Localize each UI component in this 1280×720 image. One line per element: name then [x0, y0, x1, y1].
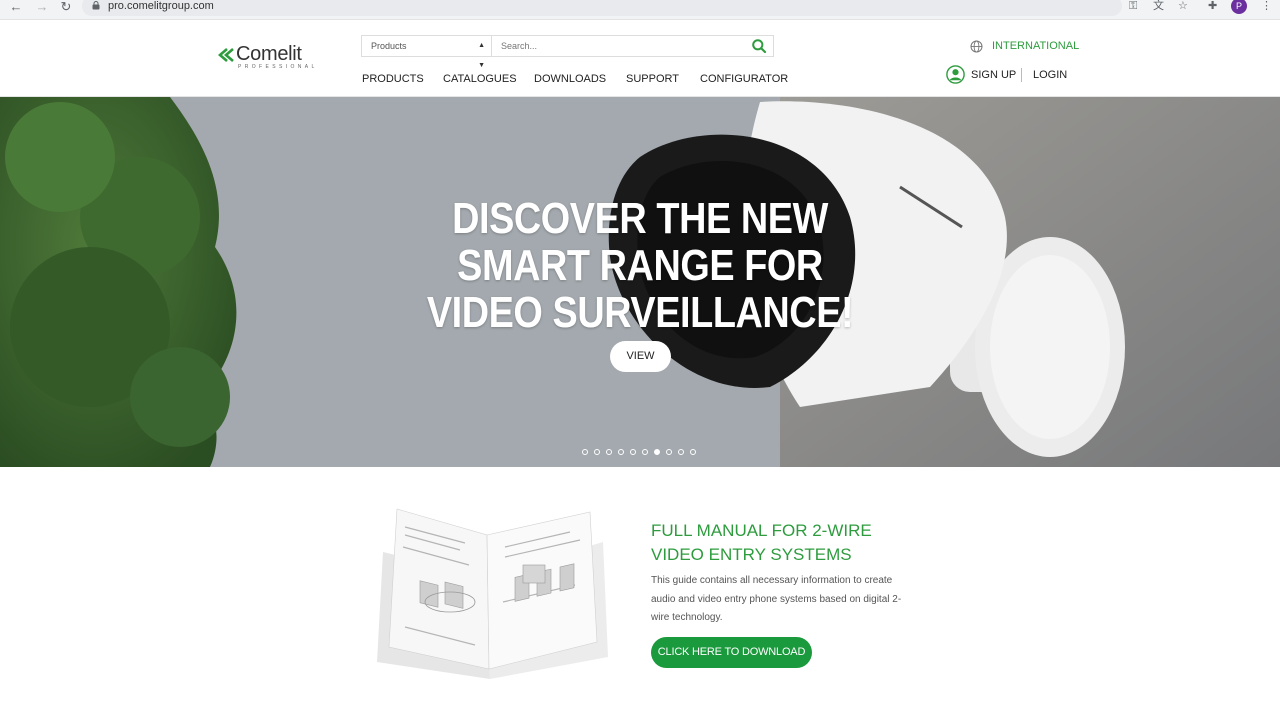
carousel-dot[interactable]	[630, 449, 636, 455]
logo-text: Comelit	[236, 43, 302, 65]
extensions-icon[interactable]: ✚	[1208, 0, 1217, 13]
download-button[interactable]: CLICK HERE TO DOWNLOAD	[651, 637, 812, 668]
address-bar[interactable]	[82, 0, 1122, 16]
star-icon[interactable]: ☆	[1178, 0, 1188, 13]
carousel-dot[interactable]	[666, 449, 672, 455]
login-link[interactable]: LOGIN	[1033, 68, 1067, 82]
carousel-dot[interactable]	[606, 449, 612, 455]
translate-icon[interactable]: 文	[1153, 0, 1164, 13]
search-category-select[interactable]: Products ▲ ▼	[362, 36, 492, 69]
nav-support[interactable]: SUPPORT	[626, 72, 679, 86]
search-bar: Products ▲ ▼	[361, 35, 774, 69]
reload-icon[interactable]: ↻	[58, 0, 74, 16]
download-button-label: CLICK HERE TO DOWNLOAD	[657, 646, 806, 658]
url-text[interactable]: pro.comelitgroup.com	[108, 0, 214, 12]
comelit-logo[interactable]: Comelit PROFESSIONAL	[218, 43, 328, 72]
logo-subtitle: PROFESSIONAL	[238, 64, 318, 70]
signup-link[interactable]: SIGN UP	[971, 68, 1016, 82]
manual-promo-section: FULL MANUAL FOR 2-WIRE VIDEO ENTRY SYSTE…	[0, 467, 1280, 720]
profile-avatar[interactable]: P	[1231, 0, 1247, 14]
carousel-dot[interactable]	[594, 449, 600, 455]
hero-banner: DISCOVER THE NEW SMART RANGE FOR VIDEO S…	[0, 97, 1280, 467]
site-header: Comelit PROFESSIONAL Products ▲▼ PRODUCT…	[0, 20, 1280, 97]
lock-icon	[92, 1, 100, 10]
carousel-dot[interactable]	[582, 449, 588, 455]
nav-catalogues[interactable]: CATALOGUES	[443, 72, 517, 86]
nav-downloads[interactable]: DOWNLOADS	[534, 72, 606, 86]
user-icon[interactable]	[946, 65, 965, 84]
search-category-value: Products	[371, 41, 407, 51]
carousel-dot[interactable]	[690, 449, 696, 455]
carousel-dot[interactable]	[618, 449, 624, 455]
nav-products[interactable]: PRODUCTS	[362, 72, 424, 86]
logo-mark-icon	[218, 48, 234, 62]
back-arrow-icon[interactable]: ←	[8, 0, 24, 16]
carousel-dot[interactable]	[678, 449, 684, 455]
carousel-dot-active[interactable]	[654, 449, 660, 455]
key-icon[interactable]: ⚿	[1129, 0, 1137, 13]
search-icon[interactable]	[751, 38, 767, 54]
promo-title: FULL MANUAL FOR 2-WIRE VIDEO ENTRY SYSTE…	[651, 521, 872, 564]
manual-booklet-image	[377, 508, 608, 679]
account-divider	[1021, 68, 1022, 82]
promo-description: This guide contains all necessary inform…	[651, 575, 902, 623]
region-label: INTERNATIONAL	[992, 40, 1080, 52]
menu-dots-icon[interactable]: ⋮	[1261, 0, 1272, 13]
forward-arrow-icon[interactable]: →	[34, 0, 50, 16]
carousel-dot[interactable]	[642, 449, 648, 455]
search-input[interactable]	[493, 36, 743, 56]
select-arrows-icon: ▲ ▼	[478, 42, 485, 69]
globe-icon	[970, 40, 983, 53]
nav-configurator[interactable]: CONFIGURATOR	[700, 72, 788, 86]
hero-view-button[interactable]: VIEW	[610, 341, 671, 372]
hero-title: DISCOVER THE NEW SMART RANGE FOR VIDEO S…	[426, 194, 854, 337]
browser-toolbar: ← → ↻ pro.comelitgroup.com ⚿ 文 ☆ ✚ P ⋮	[0, 0, 1280, 20]
